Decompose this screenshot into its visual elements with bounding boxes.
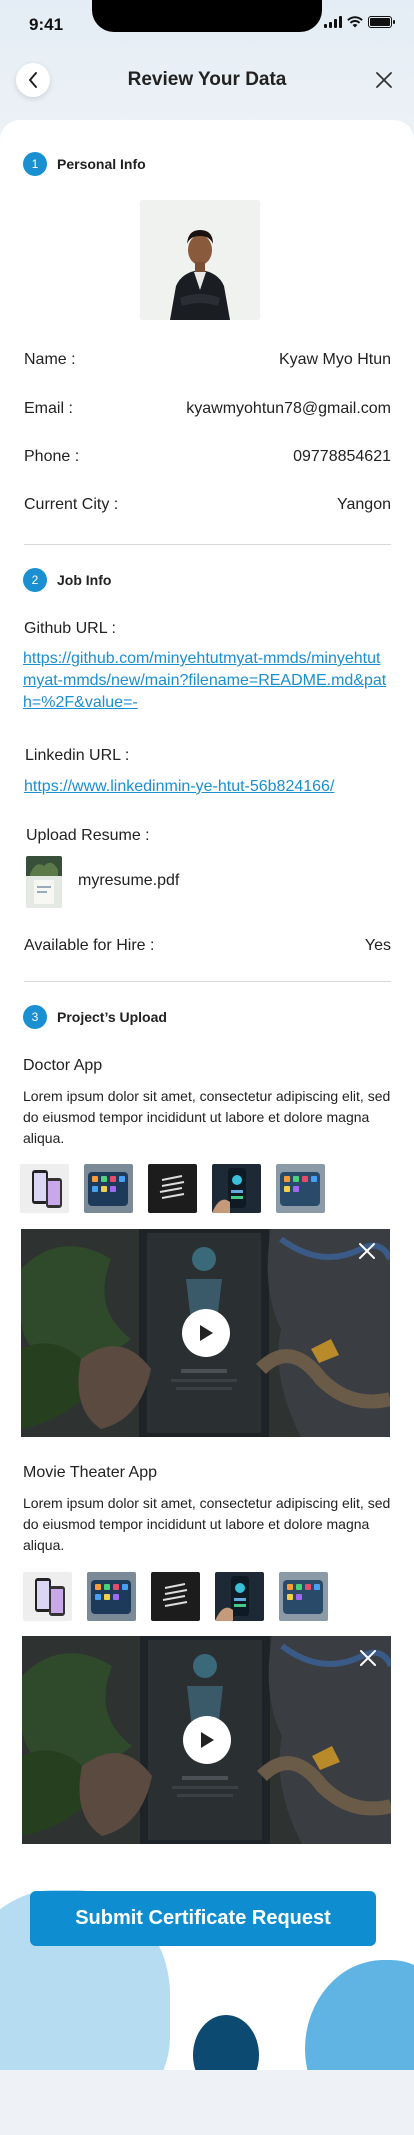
row-label: Current City :: [24, 496, 119, 513]
play-icon: [200, 1325, 213, 1341]
submit-certificate-button[interactable]: Submit Certificate Request: [30, 1891, 376, 1946]
project-thumbnails: [20, 1164, 325, 1213]
status-icons: [324, 16, 395, 28]
remove-video-button[interactable]: [358, 1239, 376, 1267]
resume-thumbnail[interactable]: [26, 856, 62, 908]
profile-photo: [140, 200, 260, 320]
status-time: 9:41: [29, 15, 64, 34]
project-screenshot[interactable]: [151, 1572, 200, 1621]
github-link[interactable]: https://github.com/minyehtutmyat-mmds/mi…: [23, 648, 393, 714]
divider: [24, 981, 391, 982]
close-icon: [376, 72, 392, 88]
project-screenshot[interactable]: [215, 1572, 264, 1621]
project-screenshot[interactable]: [148, 1164, 197, 1213]
info-row-email: Email : kyawmyohtun78@gmail.com: [24, 400, 391, 418]
project-screenshot[interactable]: [23, 1572, 72, 1621]
github-label: Github URL :: [24, 620, 116, 637]
row-value: Kyaw Myo Htun: [278, 351, 391, 368]
close-button[interactable]: [370, 66, 398, 94]
row-label: Available for Hire :: [24, 937, 155, 954]
section-personal-info: 1 Personal Info: [23, 152, 146, 176]
project-screenshot[interactable]: [279, 1572, 328, 1621]
close-icon: [360, 1650, 376, 1666]
project-title: Movie Theater App: [23, 1464, 158, 1481]
section-job-info: 2 Job Info: [23, 568, 111, 592]
wifi-icon: [347, 16, 363, 28]
project-screenshot[interactable]: [20, 1164, 69, 1213]
resume-label: Upload Resume :: [26, 827, 150, 844]
project-screenshot[interactable]: [84, 1164, 133, 1213]
device-notch: [92, 0, 322, 32]
project-title: Doctor App: [23, 1057, 103, 1074]
review-card: 1 Personal Info Name : Kyaw Myo Htun Ema…: [0, 120, 414, 2070]
signal-icon: [324, 16, 342, 28]
section-title: Project’s Upload: [57, 1009, 167, 1025]
play-button[interactable]: [182, 1309, 230, 1357]
linkedin-label: Linkedin URL :: [25, 747, 130, 764]
row-value: Yes: [364, 937, 391, 954]
step-number: 3: [23, 1005, 47, 1029]
play-icon: [201, 1732, 214, 1748]
project-video[interactable]: [21, 1229, 390, 1437]
project-description: Lorem ipsum dolor sit amet, consectetur …: [23, 1088, 391, 1146]
decor-blob-dark: [193, 2015, 259, 2070]
info-row-phone: Phone : 09778854621: [24, 448, 391, 466]
battery-icon: [368, 16, 395, 28]
page-title: Review Your Data: [127, 69, 287, 90]
remove-video-button[interactable]: [359, 1646, 377, 1674]
close-icon: [359, 1243, 375, 1259]
row-label: Phone :: [24, 448, 80, 465]
project-description: Lorem ipsum dolor sit amet, consectetur …: [23, 1495, 391, 1553]
hire-row: Available for Hire : Yes: [24, 937, 391, 955]
row-label: Name :: [24, 351, 76, 368]
section-title: Job Info: [57, 572, 112, 588]
project-screenshot[interactable]: [87, 1572, 136, 1621]
resume-file-name[interactable]: myresume.pdf: [78, 872, 179, 890]
project-video[interactable]: [22, 1636, 391, 1844]
step-number: 1: [23, 152, 47, 176]
row-value: Yangon: [337, 496, 391, 513]
info-row-name: Name : Kyaw Myo Htun: [24, 351, 391, 369]
row-value: 09778854621: [293, 448, 391, 465]
row-value: kyawmyohtun78@gmail.com: [186, 400, 391, 417]
decor-blob-right: [305, 1960, 414, 2070]
step-number: 2: [23, 568, 47, 592]
info-row-city: Current City : Yangon: [24, 496, 391, 514]
linkedin-link[interactable]: https://www.linkedinmin-ye-htut-56b82416…: [24, 776, 394, 798]
project-screenshot[interactable]: [276, 1164, 325, 1213]
play-button[interactable]: [183, 1716, 231, 1764]
section-projects-upload: 3 Project’s Upload: [23, 1005, 167, 1029]
row-label: Email :: [24, 400, 73, 417]
project-screenshot[interactable]: [212, 1164, 261, 1213]
project-thumbnails: [23, 1572, 328, 1621]
section-title: Personal Info: [57, 156, 146, 172]
divider: [24, 544, 391, 545]
